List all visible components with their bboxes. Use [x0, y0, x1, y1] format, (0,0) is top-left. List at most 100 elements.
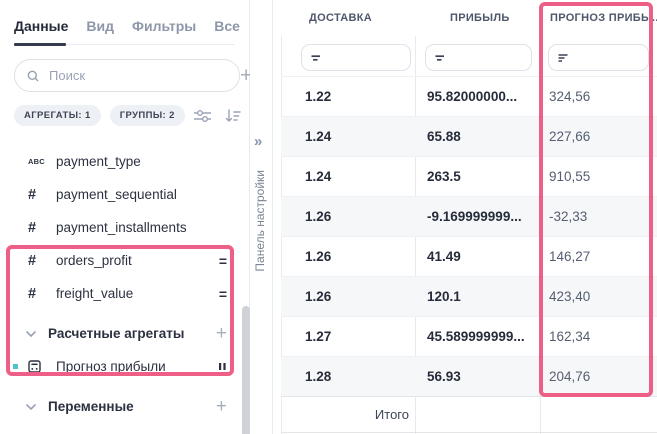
cell-profit: 56.93	[415, 369, 540, 384]
table-row[interactable]: 1.26 -9.169999999... -32,33	[281, 197, 657, 237]
aggregation-sum-icon[interactable]: =	[219, 256, 227, 266]
add-variable-button[interactable]: +	[216, 399, 227, 415]
table-footer-row: Итого	[281, 396, 657, 433]
section-label: Переменные	[48, 399, 216, 414]
filter-badges-row: АГРЕГАТЫ: 1 ГРУППЫ: 2	[14, 105, 235, 126]
aggregation-sum-icon[interactable]: =	[219, 289, 227, 299]
filter-cell	[540, 36, 657, 76]
section-calculated-aggregates[interactable]: Расчетные агрегаты +	[0, 317, 249, 350]
search-box[interactable]	[14, 59, 240, 92]
tab-data[interactable]: Данные	[14, 18, 68, 34]
cell-delivery: 1.24	[281, 129, 415, 144]
table-row[interactable]: 1.24 263.5 910,55	[281, 157, 657, 197]
field-row-payment-installments[interactable]: # payment_installments	[0, 211, 249, 244]
filter-lines-icon	[435, 54, 445, 62]
number-type-icon: #	[28, 286, 48, 302]
chevron-down-icon[interactable]	[26, 331, 40, 337]
cell-profit: 65.88	[415, 129, 540, 144]
field-row-profit-forecast[interactable]: Прогноз прибыли	[0, 350, 249, 383]
table-row[interactable]: 1.28 56.93 204,76	[281, 357, 657, 397]
number-type-icon: #	[28, 253, 48, 269]
field-row-orders-profit[interactable]: # orders_profit =	[0, 244, 249, 277]
filter-three-lines-icon	[558, 53, 568, 63]
field-row-payment-type[interactable]: ABC payment_type	[0, 145, 249, 178]
filter-cell	[415, 36, 540, 76]
field-label: payment_sequential	[56, 187, 227, 202]
sort-descending-icon[interactable]	[225, 109, 241, 123]
list-toolbar	[194, 109, 241, 123]
cell-forecast: 423,40	[540, 289, 657, 304]
delivery-filter-input[interactable]	[301, 44, 411, 71]
column-header-forecast[interactable]: ПРОГНОЗ ПРИБЫ...	[540, 12, 657, 24]
field-label: payment_type	[56, 154, 227, 169]
fields-sidebar: Данные Вид Фильтры Все + АГРЕГАТЫ: 1 ГРУ…	[0, 0, 250, 434]
sidebar-tabs: Данные Вид Фильтры Все	[14, 0, 235, 45]
table-filter-row	[281, 36, 657, 76]
tab-view[interactable]: Вид	[86, 18, 114, 34]
cell-profit: 45.589999999...	[415, 329, 540, 344]
calculator-icon	[28, 360, 48, 373]
cell-profit: 41.49	[415, 249, 540, 264]
preview-table: ДОСТАВКА ПРИБЫЛЬ ПРОГНОЗ ПРИБЫ...	[274, 0, 657, 434]
cell-delivery: 1.22	[281, 89, 415, 104]
display-settings-icon[interactable]	[194, 109, 211, 123]
field-label: orders_profit	[56, 253, 219, 268]
sidebar-scrollbar-thumb[interactable]	[242, 306, 250, 434]
cell-forecast: 227,66	[540, 129, 657, 144]
add-aggregate-button[interactable]: +	[216, 326, 227, 342]
table-row[interactable]: 1.26 41.49 146,27	[281, 237, 657, 277]
cell-delivery: 1.28	[281, 369, 415, 384]
cell-forecast: -32,33	[540, 209, 657, 224]
field-label: freight_value	[56, 286, 219, 301]
section-label: Расчетные агрегаты	[48, 326, 216, 341]
cell-forecast: 146,27	[540, 249, 657, 264]
cell-profit: 263.5	[415, 169, 540, 184]
field-row-freight-value[interactable]: # freight_value =	[0, 277, 249, 310]
number-type-icon: #	[28, 220, 48, 236]
field-label: Прогноз прибыли	[56, 359, 218, 374]
expand-panel-icon[interactable]: »	[254, 133, 262, 150]
search-icon	[27, 70, 39, 82]
table-row[interactable]: 1.24 65.88 227,66	[281, 117, 657, 157]
groups-badge[interactable]: ГРУППЫ: 2	[110, 105, 185, 126]
search-input[interactable]	[47, 67, 227, 84]
settings-panel-strip[interactable]: » Панель настройки	[250, 0, 273, 434]
table-row[interactable]: 1.22 95.82000000... 324,56	[281, 77, 657, 117]
field-row-payment-sequential[interactable]: # payment_sequential	[0, 178, 249, 211]
table-header-row: ДОСТАВКА ПРИБЫЛЬ ПРОГНОЗ ПРИБЫ...	[281, 0, 657, 36]
cell-profit: 95.82000000...	[415, 89, 540, 104]
table-row[interactable]: 1.27 45.589999999... 162,34	[281, 317, 657, 357]
cell-delivery: 1.24	[281, 169, 415, 184]
table-body: 1.22 95.82000000... 324,56 1.24 65.88 22…	[281, 76, 657, 397]
cell-delivery: 1.26	[281, 249, 415, 264]
selected-indicator-dot	[13, 364, 18, 369]
cell-delivery: 1.27	[281, 329, 415, 344]
tab-filters[interactable]: Фильтры	[132, 18, 196, 34]
cell-forecast: 204,76	[540, 369, 657, 384]
cell-forecast: 162,34	[540, 329, 657, 344]
number-type-icon: #	[28, 187, 48, 203]
column-header-profit[interactable]: ПРИБЫЛЬ	[415, 12, 540, 24]
column-header-delivery[interactable]: ДОСТАВКА	[281, 12, 415, 24]
dataset-editor: Данные Вид Фильтры Все + АГРЕГАТЫ: 1 ГРУ…	[0, 0, 657, 434]
search-row: +	[14, 59, 235, 92]
chevron-down-icon[interactable]	[26, 404, 40, 410]
totals-label: Итого	[281, 407, 415, 422]
field-list: ABC payment_type # payment_sequential # …	[0, 145, 249, 423]
measure-bars-icon[interactable]	[218, 362, 227, 371]
section-variables[interactable]: Переменные +	[0, 390, 249, 423]
cell-delivery: 1.26	[281, 209, 415, 224]
cell-delivery: 1.26	[281, 289, 415, 304]
aggregates-badge[interactable]: АГРЕГАТЫ: 1	[14, 105, 101, 126]
profit-filter-input[interactable]	[425, 44, 532, 71]
settings-panel-label: Панель настройки	[253, 170, 267, 272]
tab-all[interactable]: Все	[214, 18, 240, 34]
field-label: payment_installments	[56, 220, 227, 235]
cell-profit: 120.1	[415, 289, 540, 304]
filter-cell	[281, 36, 415, 76]
cell-forecast: 910,55	[540, 169, 657, 184]
string-type-icon: ABC	[28, 157, 48, 166]
cell-forecast: 324,56	[540, 89, 657, 104]
forecast-filter-input[interactable]	[548, 44, 649, 71]
table-row[interactable]: 1.26 120.1 423,40	[281, 277, 657, 317]
